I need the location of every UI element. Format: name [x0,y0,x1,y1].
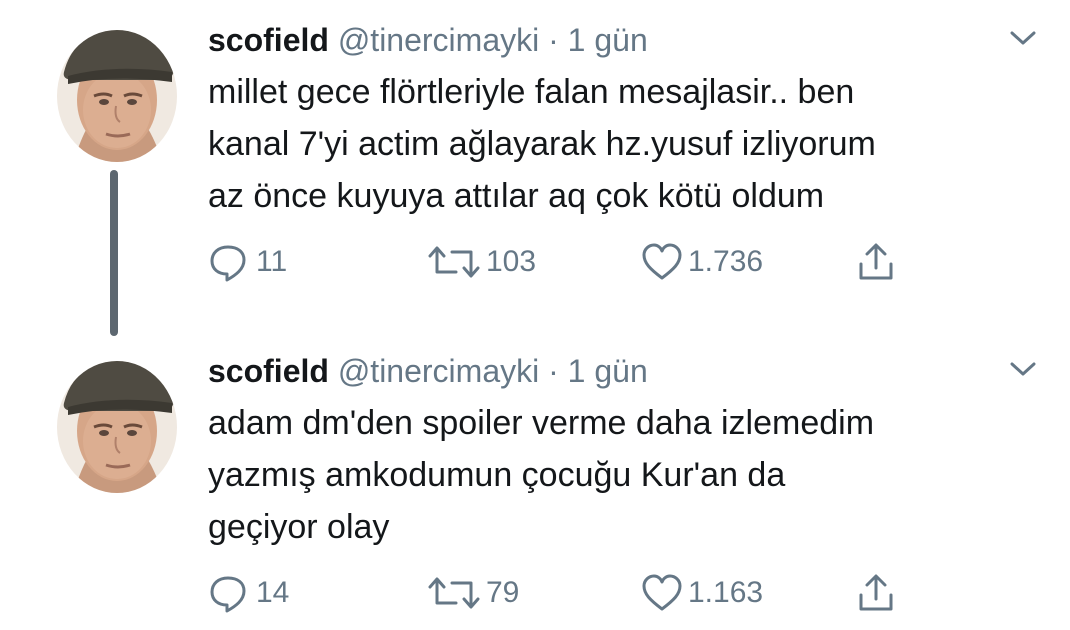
like-count: 1.163 [688,576,764,609]
tweet-text-line: geçiyor olay [208,508,390,546]
retweet-button[interactable]: 103 [426,242,536,282]
user-handle[interactable]: @tinercimayki [338,22,539,58]
reply-button[interactable]: 14 [208,573,289,613]
retweet-count: 79 [486,576,520,609]
share-button[interactable] [856,242,896,282]
tweet-text-line: az önce kuyuya attılar aq çok kötü oldum [208,177,825,215]
tweet-header: scofield @tinercimayki · 1 gün [208,14,1028,66]
reply-count: 11 [256,245,288,278]
retweet-icon [426,242,482,282]
share-icon [856,573,896,613]
retweet-button[interactable]: 79 [426,573,519,613]
heart-icon [640,573,684,613]
timestamp[interactable]: 1 gün [568,353,648,389]
chevron-down-icon[interactable] [1008,26,1038,50]
display-name[interactable]: scofield [208,22,329,58]
avatar[interactable] [54,18,180,166]
tweet-content: scofield @tinercimayki · 1 gün millet ge… [208,14,1036,282]
tweet-header: scofield @tinercimayki · 1 gün [208,345,1028,397]
tweet-actions: 14 79 1.163 [208,573,1028,613]
tweet-text: adam dm'den spoiler verme daha izlemedim… [208,397,1028,553]
tweet-text-line: kanal 7'yi actim ağlayarak hz.yusuf izli… [208,125,876,163]
separator-dot: · [548,353,559,389]
retweet-count: 103 [486,245,537,278]
separator-dot: · [548,22,559,58]
reply-icon [208,573,252,613]
tweet-text: millet gece flörtleriyle falan mesajlasi… [208,66,1028,222]
share-icon [856,242,896,282]
like-button[interactable]: 1.736 [640,242,763,282]
retweet-icon [426,573,482,613]
thread-connector-line [110,170,118,336]
avatar[interactable] [54,349,180,497]
user-handle[interactable]: @tinercimayki [338,353,539,389]
tweet-text-line: adam dm'den spoiler verme daha izlemedim [208,404,875,442]
chevron-down-icon[interactable] [1008,357,1038,381]
display-name[interactable]: scofield [208,353,329,389]
like-button[interactable]: 1.163 [640,573,763,613]
heart-icon [640,242,684,282]
tweet-text-line: yazmış amkodumun çocuğu Kur'an da [208,456,786,494]
share-button[interactable] [856,573,896,613]
tweet-thread: scofield @tinercimayki · 1 gün millet ge… [0,0,1070,630]
reply-count: 14 [256,576,290,609]
reply-icon [208,242,252,282]
reply-button[interactable]: 11 [208,242,287,282]
tweet-content: scofield @tinercimayki · 1 gün adam dm'd… [208,345,1036,613]
like-count: 1.736 [688,245,764,278]
tweet-text-line: millet gece flörtleriyle falan mesajlasi… [208,73,855,111]
tweet-actions: 11 103 1.736 [208,242,1028,282]
timestamp[interactable]: 1 gün [568,22,648,58]
